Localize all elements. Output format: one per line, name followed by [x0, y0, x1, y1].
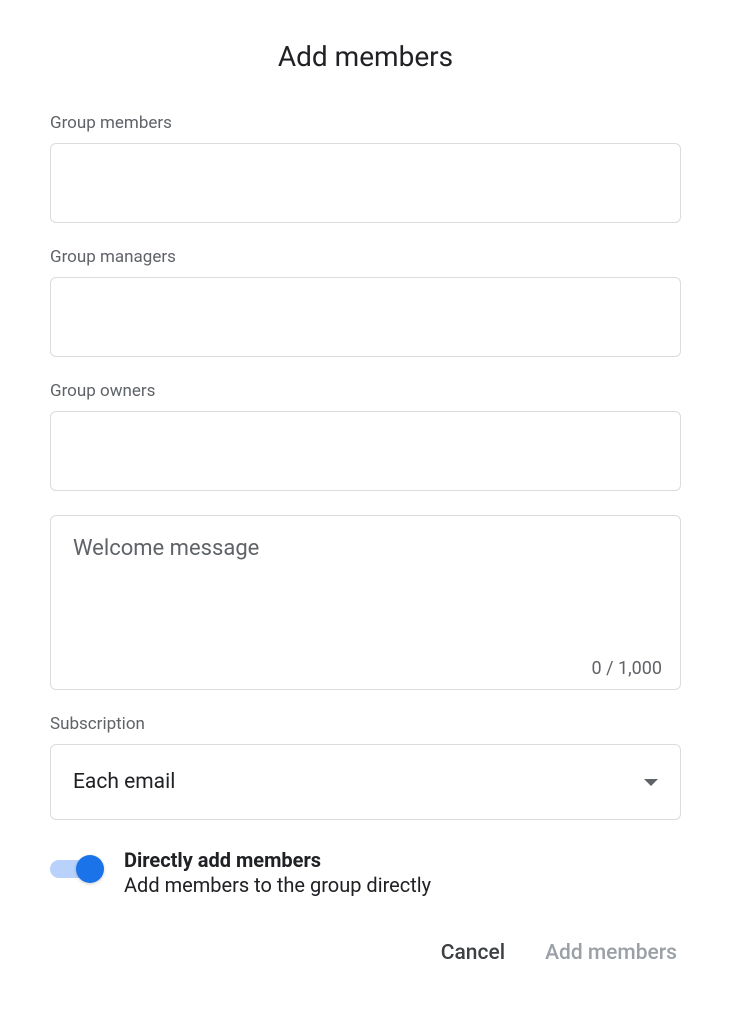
cancel-button[interactable]: Cancel — [437, 933, 509, 973]
toggle-title: Directly add members — [124, 848, 681, 872]
subscription-select[interactable]: Each email — [50, 744, 681, 820]
welcome-message-field: 0 / 1,000 — [50, 515, 681, 690]
group-managers-field: Group managers — [50, 247, 681, 357]
add-members-button[interactable]: Add members — [541, 933, 681, 973]
group-managers-label: Group managers — [50, 247, 681, 267]
chevron-down-icon — [644, 779, 658, 786]
subscription-field: Subscription Each email — [50, 714, 681, 820]
group-owners-label: Group owners — [50, 381, 681, 401]
subscription-value: Each email — [73, 770, 644, 794]
directly-add-toggle-row: Directly add members Add members to the … — [50, 848, 681, 897]
group-managers-input[interactable] — [50, 277, 681, 357]
toggle-thumb — [76, 855, 104, 883]
toggle-subtitle: Add members to the group directly — [124, 873, 681, 897]
toggle-text: Directly add members Add members to the … — [124, 848, 681, 897]
add-members-dialog: Add members Group members Group managers… — [0, 0, 731, 1003]
group-owners-field: Group owners — [50, 381, 681, 491]
group-members-input[interactable] — [50, 143, 681, 223]
group-members-field: Group members — [50, 113, 681, 223]
char-counter: 0 / 1,000 — [592, 658, 662, 679]
subscription-label: Subscription — [50, 714, 681, 734]
group-owners-input[interactable] — [50, 411, 681, 491]
group-members-label: Group members — [50, 113, 681, 133]
dialog-actions: Cancel Add members — [50, 933, 681, 973]
welcome-message-input[interactable] — [51, 516, 680, 656]
welcome-message-wrapper: 0 / 1,000 — [50, 515, 681, 690]
directly-add-toggle[interactable] — [50, 860, 98, 878]
dialog-title: Add members — [50, 40, 681, 73]
